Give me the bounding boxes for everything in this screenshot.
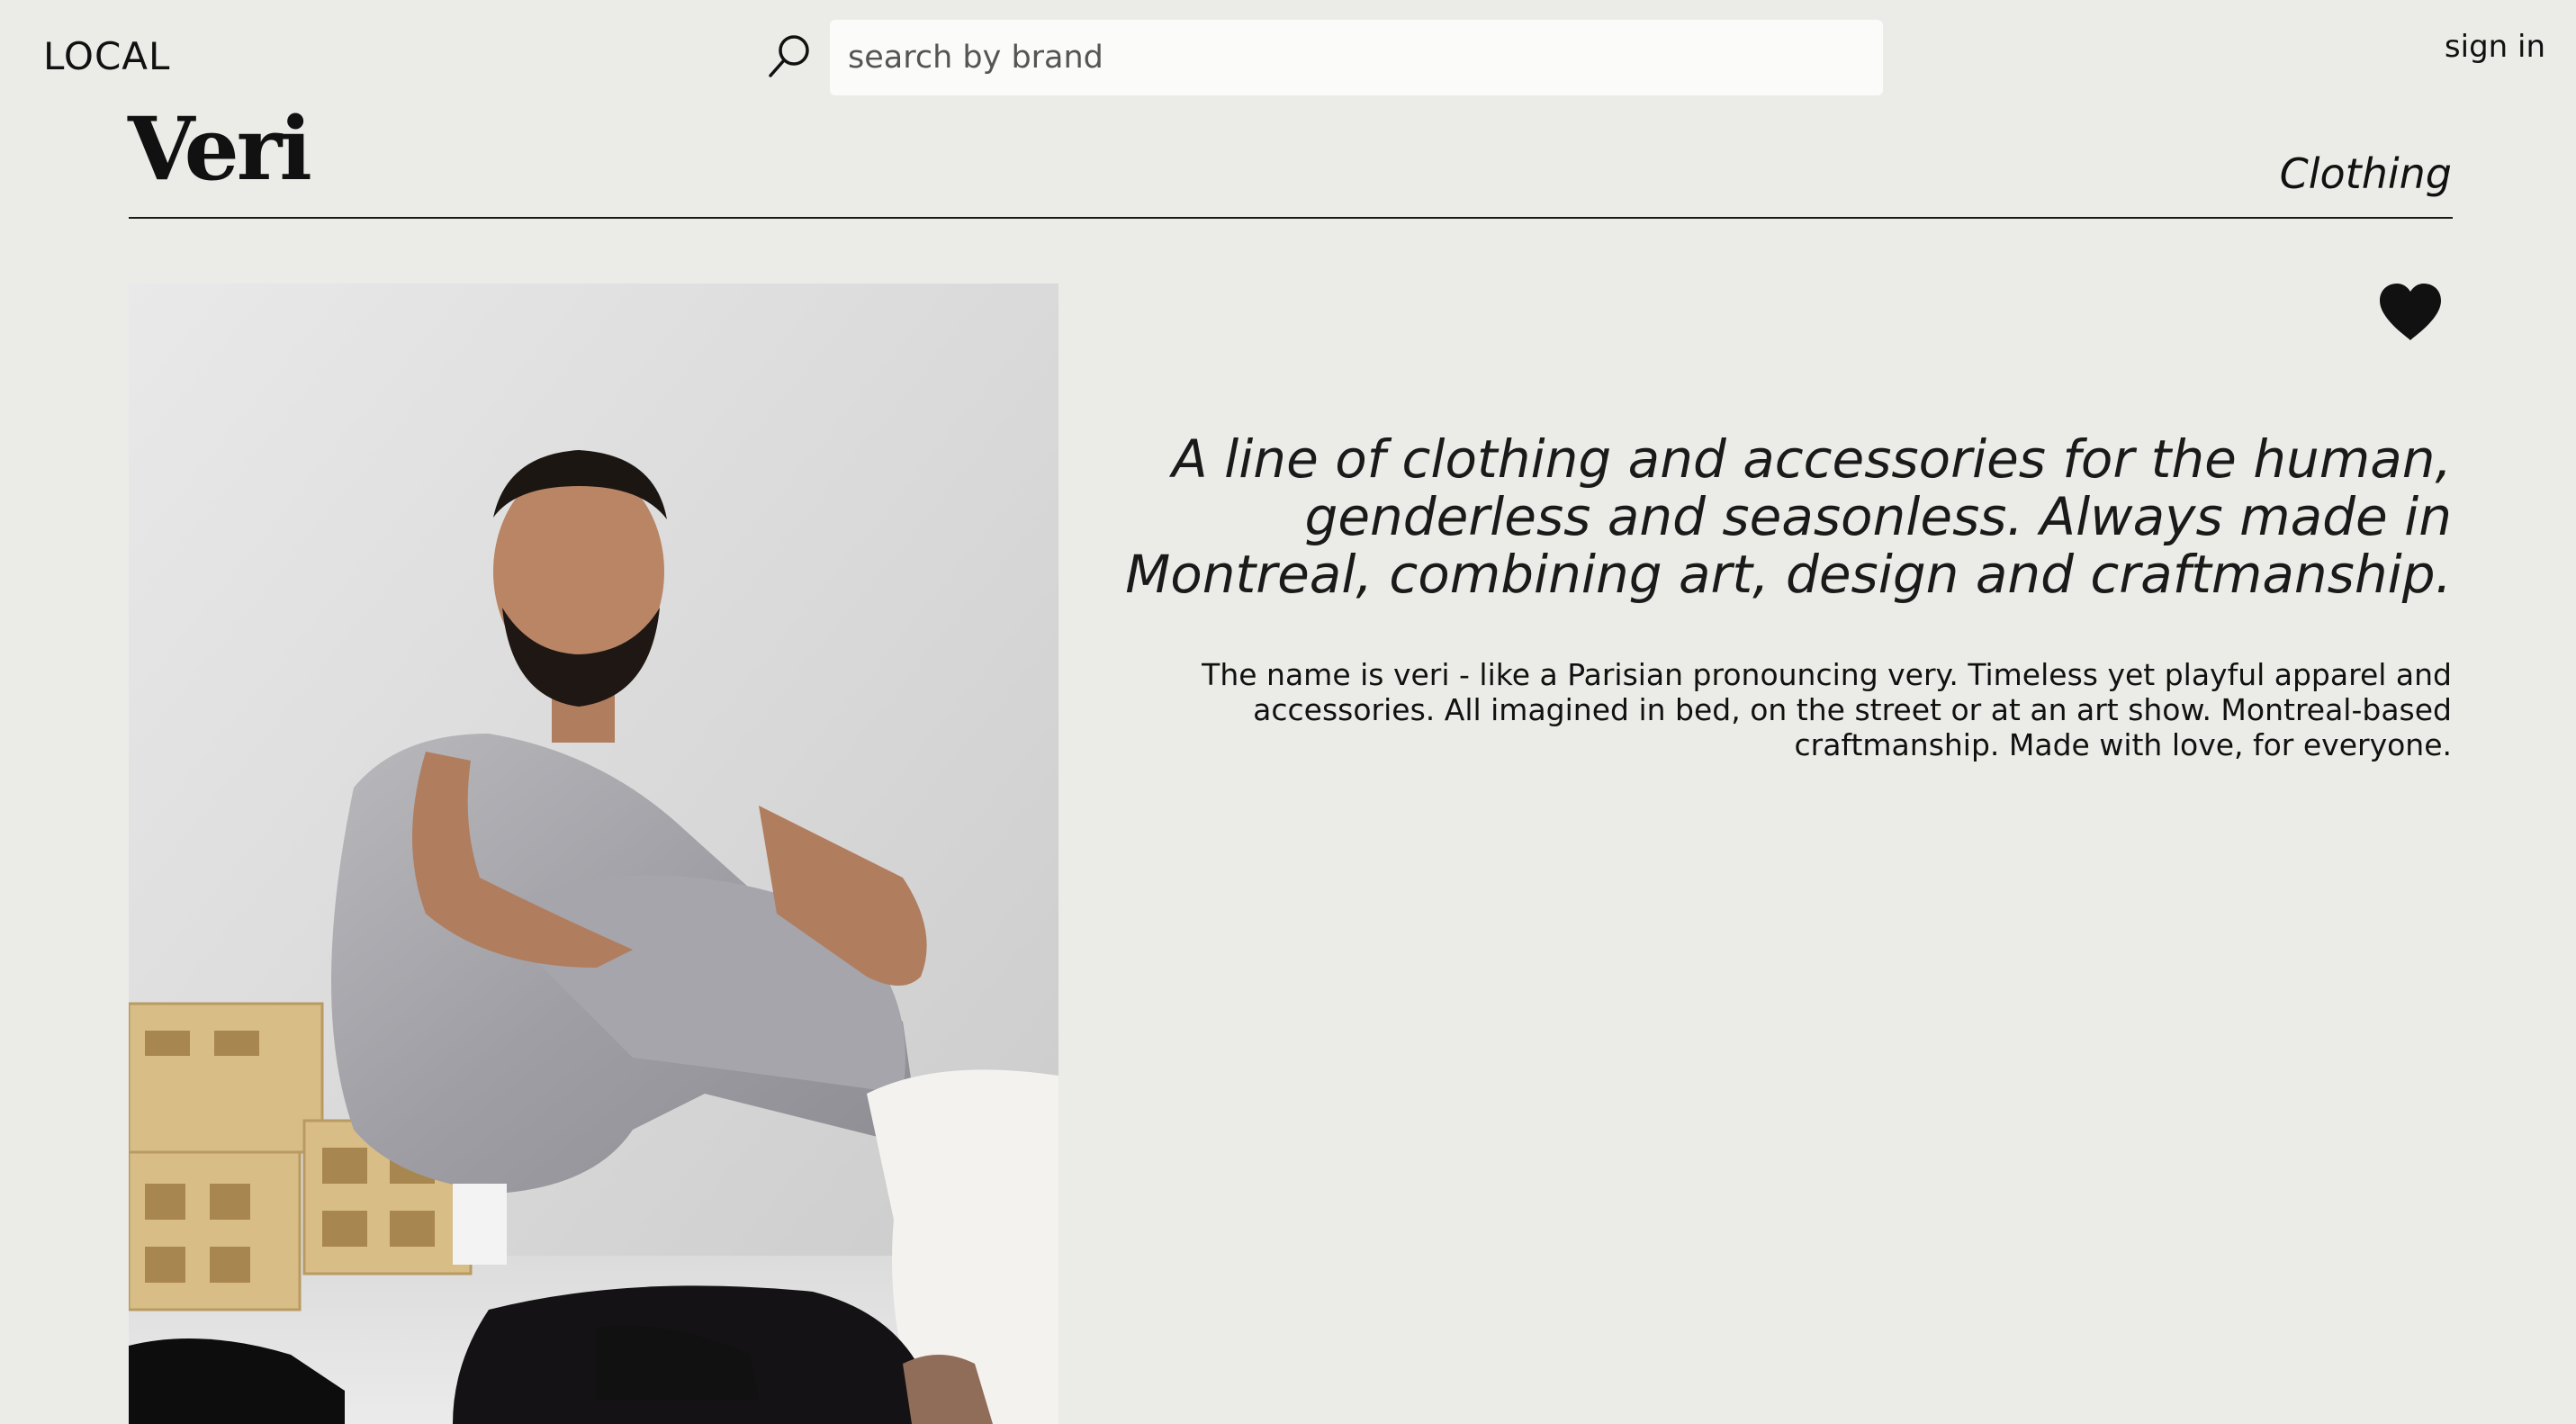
- search-icon[interactable]: [767, 32, 812, 81]
- heart-icon[interactable]: [2376, 281, 2445, 344]
- brand-description: The name is veri - like a Parisian prono…: [1202, 657, 2452, 762]
- brand-tagline: A line of clothing and accessories for t…: [1125, 428, 2452, 605]
- brand-page: LOCAL sign in Veri Clothing: [0, 0, 2576, 1424]
- header-divider: [129, 217, 2453, 219]
- brand-category-link[interactable]: Clothing: [2280, 149, 2452, 198]
- sign-in-link[interactable]: sign in: [2445, 29, 2545, 65]
- brand-hero-photo: [129, 284, 1058, 1424]
- site-logo[interactable]: LOCAL: [43, 34, 170, 78]
- brand-title: Veri: [128, 98, 312, 200]
- search-input[interactable]: [830, 20, 1883, 95]
